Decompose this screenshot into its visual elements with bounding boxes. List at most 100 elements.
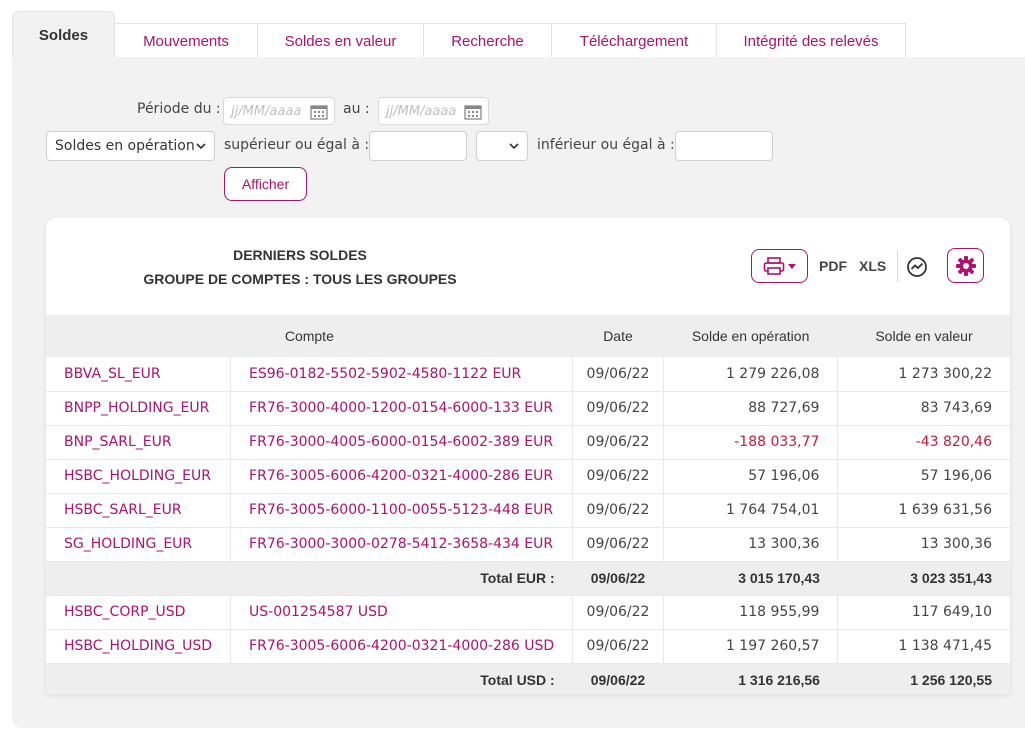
balance-date: 09/06/22: [572, 357, 664, 391]
operation-balance: 1 279 226,08: [663, 357, 839, 391]
account-name-link[interactable]: BNP_SARL_EUR: [46, 425, 232, 459]
account-iban-link[interactable]: FR76-3000-4000-1200-0154-6000-133 EUR: [230, 391, 574, 425]
table-row: HSBC_HOLDING_USD FR76-3005-6006-4200-032…: [46, 629, 1010, 663]
max-amount-input[interactable]: [675, 131, 773, 161]
total-operation-balance: 3 015 170,43: [738, 570, 820, 586]
table-row: HSBC_HOLDING_EUR FR76-3005-6006-4200-032…: [46, 459, 1010, 493]
total-value-balance: 3 023 351,43: [910, 570, 992, 586]
account-iban-link[interactable]: FR76-3005-6000-1100-0055-5123-448 EUR: [230, 493, 574, 527]
account-name-link[interactable]: SG_HOLDING_EUR: [46, 527, 232, 561]
afficher-button[interactable]: Afficher: [224, 167, 307, 201]
total-value-balance: 1 256 120,55: [910, 672, 992, 688]
report-title: DERNIERS SOLDES: [233, 247, 367, 263]
table-row: BNPP_HOLDING_EUR FR76-3000-4000-1200-015…: [46, 391, 1010, 425]
value-balance: 1 138 471,45: [898, 638, 992, 654]
balance-date: 09/06/22: [572, 391, 664, 425]
print-button[interactable]: [751, 249, 808, 283]
operator-select[interactable]: [476, 131, 528, 161]
account-iban-link[interactable]: FR76-3000-3000-0278-5412-3658-434 EUR: [230, 527, 574, 561]
value-balance: 117 649,10: [911, 604, 992, 620]
tab-soldes[interactable]: Soldes: [12, 11, 115, 58]
tab-integrite-releves[interactable]: Intégrité des relevés: [717, 23, 906, 58]
table-header-row: Compte Date Solde en opération Solde en …: [46, 315, 1010, 357]
operation-balance: 13 300,36: [663, 527, 839, 561]
min-amount-input[interactable]: [369, 131, 467, 161]
account-iban-link[interactable]: ES96-0182-5502-5902-4580-1122 EUR: [230, 357, 574, 391]
toolbar-divider: [897, 250, 898, 282]
tab-soldes-en-valeur[interactable]: Soldes en valeur: [258, 23, 424, 58]
tab-mouvements[interactable]: Mouvements: [115, 23, 258, 58]
gear-icon: [955, 255, 976, 276]
total-date: 09/06/22: [590, 672, 646, 688]
account-iban-link[interactable]: FR76-3000-4005-6000-0154-6002-389 EUR: [230, 425, 574, 459]
printer-icon: [763, 257, 785, 275]
card-header: DERNIERS SOLDES GROUPE DE COMPTES : TOUS…: [46, 218, 1010, 315]
balance-date: 09/06/22: [572, 595, 664, 629]
date-to-input[interactable]: jj/MM/aaaa: [378, 97, 489, 125]
account-name-link[interactable]: BNPP_HOLDING_EUR: [46, 391, 232, 425]
balances-table: Compte Date Solde en opération Solde en …: [46, 315, 1010, 694]
header-solde-valeur: Solde en valeur: [875, 328, 973, 344]
total-spacer: [46, 561, 231, 595]
account-name-link[interactable]: HSBC_CORP_USD: [46, 595, 232, 629]
calendar-icon[interactable]: [310, 104, 328, 120]
tab-telechargement[interactable]: Téléchargement: [552, 23, 717, 58]
balance-date: 09/06/22: [572, 493, 664, 527]
value-balance-negative: -43 820,46: [915, 434, 992, 450]
lte-label: inférieur ou égal à :: [537, 137, 675, 153]
operation-balance: 88 727,69: [663, 391, 839, 425]
value-balance: 57 196,06: [920, 468, 992, 484]
table-row: HSBC_CORP_USD US-001254587 USD 09/06/22 …: [46, 595, 1010, 629]
balance-type-select[interactable]: Soldes en opération: [46, 131, 215, 161]
header-solde-operation: Solde en opération: [691, 328, 810, 344]
account-iban-link[interactable]: US-001254587 USD: [230, 595, 574, 629]
period-label: Période du :: [137, 101, 221, 117]
account-name-link[interactable]: HSBC_HOLDING_USD: [46, 629, 232, 663]
operation-balance: 118 955,99: [663, 595, 839, 629]
total-label: Total USD :: [480, 672, 555, 688]
account-name-link[interactable]: BBVA_SL_EUR: [46, 357, 232, 391]
settings-button[interactable]: [947, 248, 984, 283]
operation-balance-negative: -188 033,77: [663, 425, 839, 459]
balance-date: 09/06/22: [572, 459, 664, 493]
table-row: BBVA_SL_EUR ES96-0182-5502-5902-4580-112…: [46, 357, 1010, 391]
total-label: Total EUR :: [480, 570, 555, 586]
balance-date: 09/06/22: [572, 527, 664, 561]
pdf-export-button[interactable]: PDF: [819, 258, 847, 274]
caret-down-icon: [788, 263, 796, 269]
value-balance: 13 300,36: [920, 536, 992, 552]
header-date: Date: [603, 328, 633, 344]
account-name-link[interactable]: HSBC_HOLDING_EUR: [46, 459, 232, 493]
table-row: BNP_SARL_EUR FR76-3000-4005-6000-0154-60…: [46, 425, 1010, 459]
value-balance: 83 743,69: [920, 400, 992, 416]
account-name-link[interactable]: HSBC_SARL_EUR: [46, 493, 232, 527]
operation-balance: 1 197 260,57: [663, 629, 839, 663]
tab-recherche[interactable]: Recherche: [424, 23, 552, 58]
balance-date: 09/06/22: [572, 629, 664, 663]
calendar-icon[interactable]: [464, 104, 482, 120]
table-row: HSBC_SARL_EUR FR76-3005-6000-1100-0055-5…: [46, 493, 1010, 527]
account-iban-link[interactable]: FR76-3005-6006-4200-0321-4000-286 EUR: [230, 459, 574, 493]
value-balance: 1 639 631,56: [898, 502, 992, 518]
operation-balance: 1 764 754,01: [663, 493, 839, 527]
table-row: SG_HOLDING_EUR FR76-3000-3000-0278-5412-…: [46, 527, 1010, 561]
date-from-input[interactable]: jj/MM/aaaa: [223, 97, 335, 125]
header-compte: Compte: [284, 328, 334, 344]
tab-bar: Soldes Mouvements Soldes en valeur Reche…: [12, 11, 906, 58]
xls-export-button[interactable]: XLS: [859, 258, 886, 274]
chevron-down-icon: [196, 143, 206, 150]
account-iban-link[interactable]: FR76-3005-6006-4200-0321-4000-286 USD: [230, 629, 574, 663]
total-date: 09/06/22: [590, 570, 646, 586]
trend-chart-icon[interactable]: [906, 256, 928, 278]
total-row-usd: Total USD : 09/06/22 1 316 216,56 1 256 …: [46, 663, 1010, 694]
balances-card: DERNIERS SOLDES GROUPE DE COMPTES : TOUS…: [46, 218, 1010, 694]
total-spacer: [46, 663, 231, 694]
to-label: au :: [343, 101, 370, 117]
balance-date: 09/06/22: [572, 425, 664, 459]
gte-label: supérieur ou égal à :: [224, 137, 370, 153]
total-row-eur: Total EUR : 09/06/22 3 015 170,43 3 023 …: [46, 561, 1010, 595]
value-balance: 1 273 300,22: [898, 365, 992, 382]
chevron-down-icon: [509, 143, 519, 150]
operation-balance: 57 196,06: [663, 459, 839, 493]
total-operation-balance: 1 316 216,56: [738, 672, 820, 688]
